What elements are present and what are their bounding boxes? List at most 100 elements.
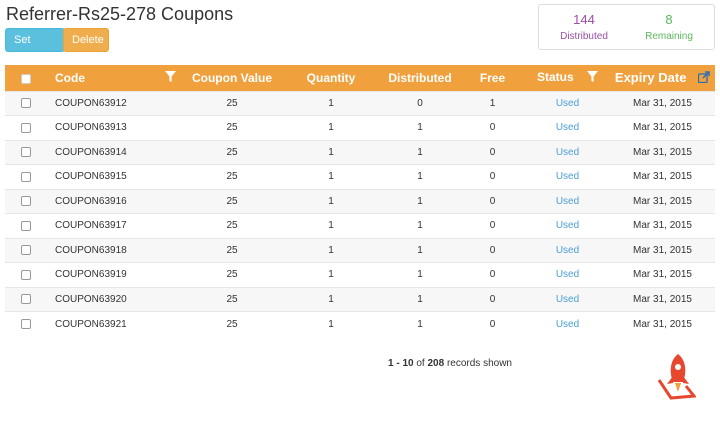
free-value: 0 <box>460 139 525 165</box>
table-row[interactable]: COUPON63917 25 1 1 0 Used Mar 31, 2015 <box>5 213 715 238</box>
coupon-value: 25 <box>182 213 282 238</box>
quantity-value: 1 <box>282 188 380 214</box>
coupon-value-header[interactable]: Coupon Value <box>182 65 282 91</box>
status-cell: Used <box>525 286 610 312</box>
delete-button[interactable]: Delete <box>63 28 109 52</box>
row-checkbox[interactable] <box>21 220 31 231</box>
record-total: 208 <box>427 358 445 369</box>
coupon-code: COUPON63918 <box>47 237 182 263</box>
table-row[interactable]: COUPON63918 25 1 1 0 Used Mar 31, 2015 <box>5 237 715 263</box>
row-select-cell <box>5 262 47 287</box>
filter-icon[interactable] <box>587 71 599 85</box>
free-value: 0 <box>460 262 525 287</box>
distributed-value: 1 <box>380 311 460 336</box>
row-checkbox[interactable] <box>21 294 31 305</box>
row-checkbox[interactable] <box>21 171 31 182</box>
expiry-date: Mar 31, 2015 <box>610 286 715 312</box>
status-link[interactable]: Used <box>556 269 579 280</box>
row-checkbox[interactable] <box>21 98 31 109</box>
quantity-value: 1 <box>282 286 380 312</box>
quantity-value: 1 <box>282 262 380 287</box>
coupon-code: COUPON63914 <box>47 139 182 165</box>
coupon-code: COUPON63920 <box>47 286 182 312</box>
status-link[interactable]: Used <box>556 196 579 207</box>
row-checkbox[interactable] <box>21 318 31 329</box>
free-value: 0 <box>460 237 525 263</box>
distributed-value: 1 <box>380 115 460 140</box>
coupon-code: COUPON63919 <box>47 262 182 287</box>
status-link[interactable]: Used <box>556 171 579 182</box>
remaining-label: Remaining <box>645 31 693 42</box>
status-link[interactable]: Used <box>556 294 579 305</box>
table-row[interactable]: COUPON63919 25 1 1 0 Used Mar 31, 2015 <box>5 262 715 287</box>
status-cell: Used <box>525 188 610 214</box>
quantity-value: 1 <box>282 115 380 140</box>
distributed-value: 1 <box>380 164 460 189</box>
table-row[interactable]: COUPON63912 25 1 0 1 Used Mar 31, 2015 <box>5 90 715 116</box>
expiry-date-header[interactable]: Expiry Date <box>610 65 715 91</box>
coupon-code: COUPON63921 <box>47 311 182 336</box>
distributed-stat: 144 Distributed <box>544 12 624 42</box>
coupon-value: 25 <box>182 188 282 214</box>
expiry-date: Mar 31, 2015 <box>610 262 715 287</box>
coupon-code: COUPON63915 <box>47 164 182 189</box>
expiry-date: Mar 31, 2015 <box>610 139 715 165</box>
row-select-cell <box>5 115 47 140</box>
status-cell: Used <box>525 115 610 140</box>
status-link[interactable]: Used <box>556 98 579 109</box>
code-header[interactable]: Code <box>47 65 182 91</box>
rocket-logo <box>656 352 697 402</box>
status-cell: Used <box>525 311 610 336</box>
row-checkbox[interactable] <box>21 245 31 256</box>
table-row[interactable]: COUPON63920 25 1 1 0 Used Mar 31, 2015 <box>5 286 715 312</box>
stats-panel: 144 Distributed 8 Remaining <box>538 4 715 50</box>
status-link[interactable]: Used <box>556 220 579 231</box>
status-cell: Used <box>525 90 610 116</box>
pagination-summary: 1 - 10 of 208 records shown <box>388 358 512 369</box>
row-select-cell <box>5 90 47 116</box>
set-used-button[interactable]: Set Used <box>5 28 65 68</box>
row-checkbox[interactable] <box>21 147 31 158</box>
status-link[interactable]: Used <box>556 147 579 158</box>
row-select-cell <box>5 286 47 312</box>
table-row[interactable]: COUPON63913 25 1 1 0 Used Mar 31, 2015 <box>5 115 715 140</box>
coupon-value: 25 <box>182 237 282 263</box>
table-row[interactable]: COUPON63914 25 1 1 0 Used Mar 31, 2015 <box>5 139 715 165</box>
quantity-value: 1 <box>282 164 380 189</box>
row-select-cell <box>5 139 47 165</box>
row-select-cell <box>5 213 47 238</box>
distributed-value: 1 <box>380 213 460 238</box>
status-cell: Used <box>525 164 610 189</box>
row-checkbox[interactable] <box>21 269 31 280</box>
status-cell: Used <box>525 237 610 263</box>
select-all-checkbox[interactable] <box>21 73 31 84</box>
table-row[interactable]: COUPON63921 25 1 1 0 Used Mar 31, 2015 <box>5 311 715 336</box>
table-header-row: Code Coupon Value Quantity Distributed F… <box>5 65 715 91</box>
free-value: 0 <box>460 311 525 336</box>
status-link[interactable]: Used <box>556 122 579 133</box>
free-value: 0 <box>460 213 525 238</box>
status-link[interactable]: Used <box>556 319 579 330</box>
quantity-value: 1 <box>282 213 380 238</box>
table-row[interactable]: COUPON63916 25 1 1 0 Used Mar 31, 2015 <box>5 188 715 214</box>
distributed-value: 0 <box>380 90 460 116</box>
expiry-date: Mar 31, 2015 <box>610 213 715 238</box>
row-checkbox[interactable] <box>21 122 31 133</box>
status-link[interactable]: Used <box>556 245 579 256</box>
row-select-cell <box>5 311 47 336</box>
distributed-header[interactable]: Distributed <box>380 65 460 91</box>
row-select-cell <box>5 164 47 189</box>
row-checkbox[interactable] <box>21 196 31 207</box>
quantity-header[interactable]: Quantity <box>282 65 380 91</box>
table-row[interactable]: COUPON63915 25 1 1 0 Used Mar 31, 2015 <box>5 164 715 189</box>
expiry-date: Mar 31, 2015 <box>610 311 715 336</box>
expiry-date: Mar 31, 2015 <box>610 115 715 140</box>
records-shown-text: records shown <box>446 358 512 369</box>
export-icon[interactable] <box>697 71 710 86</box>
coupon-value: 25 <box>182 90 282 116</box>
free-header[interactable]: Free <box>460 65 525 91</box>
distributed-value: 1 <box>380 286 460 312</box>
status-header[interactable]: Status <box>525 65 610 91</box>
coupon-value: 25 <box>182 311 282 336</box>
filter-icon[interactable] <box>165 71 176 85</box>
